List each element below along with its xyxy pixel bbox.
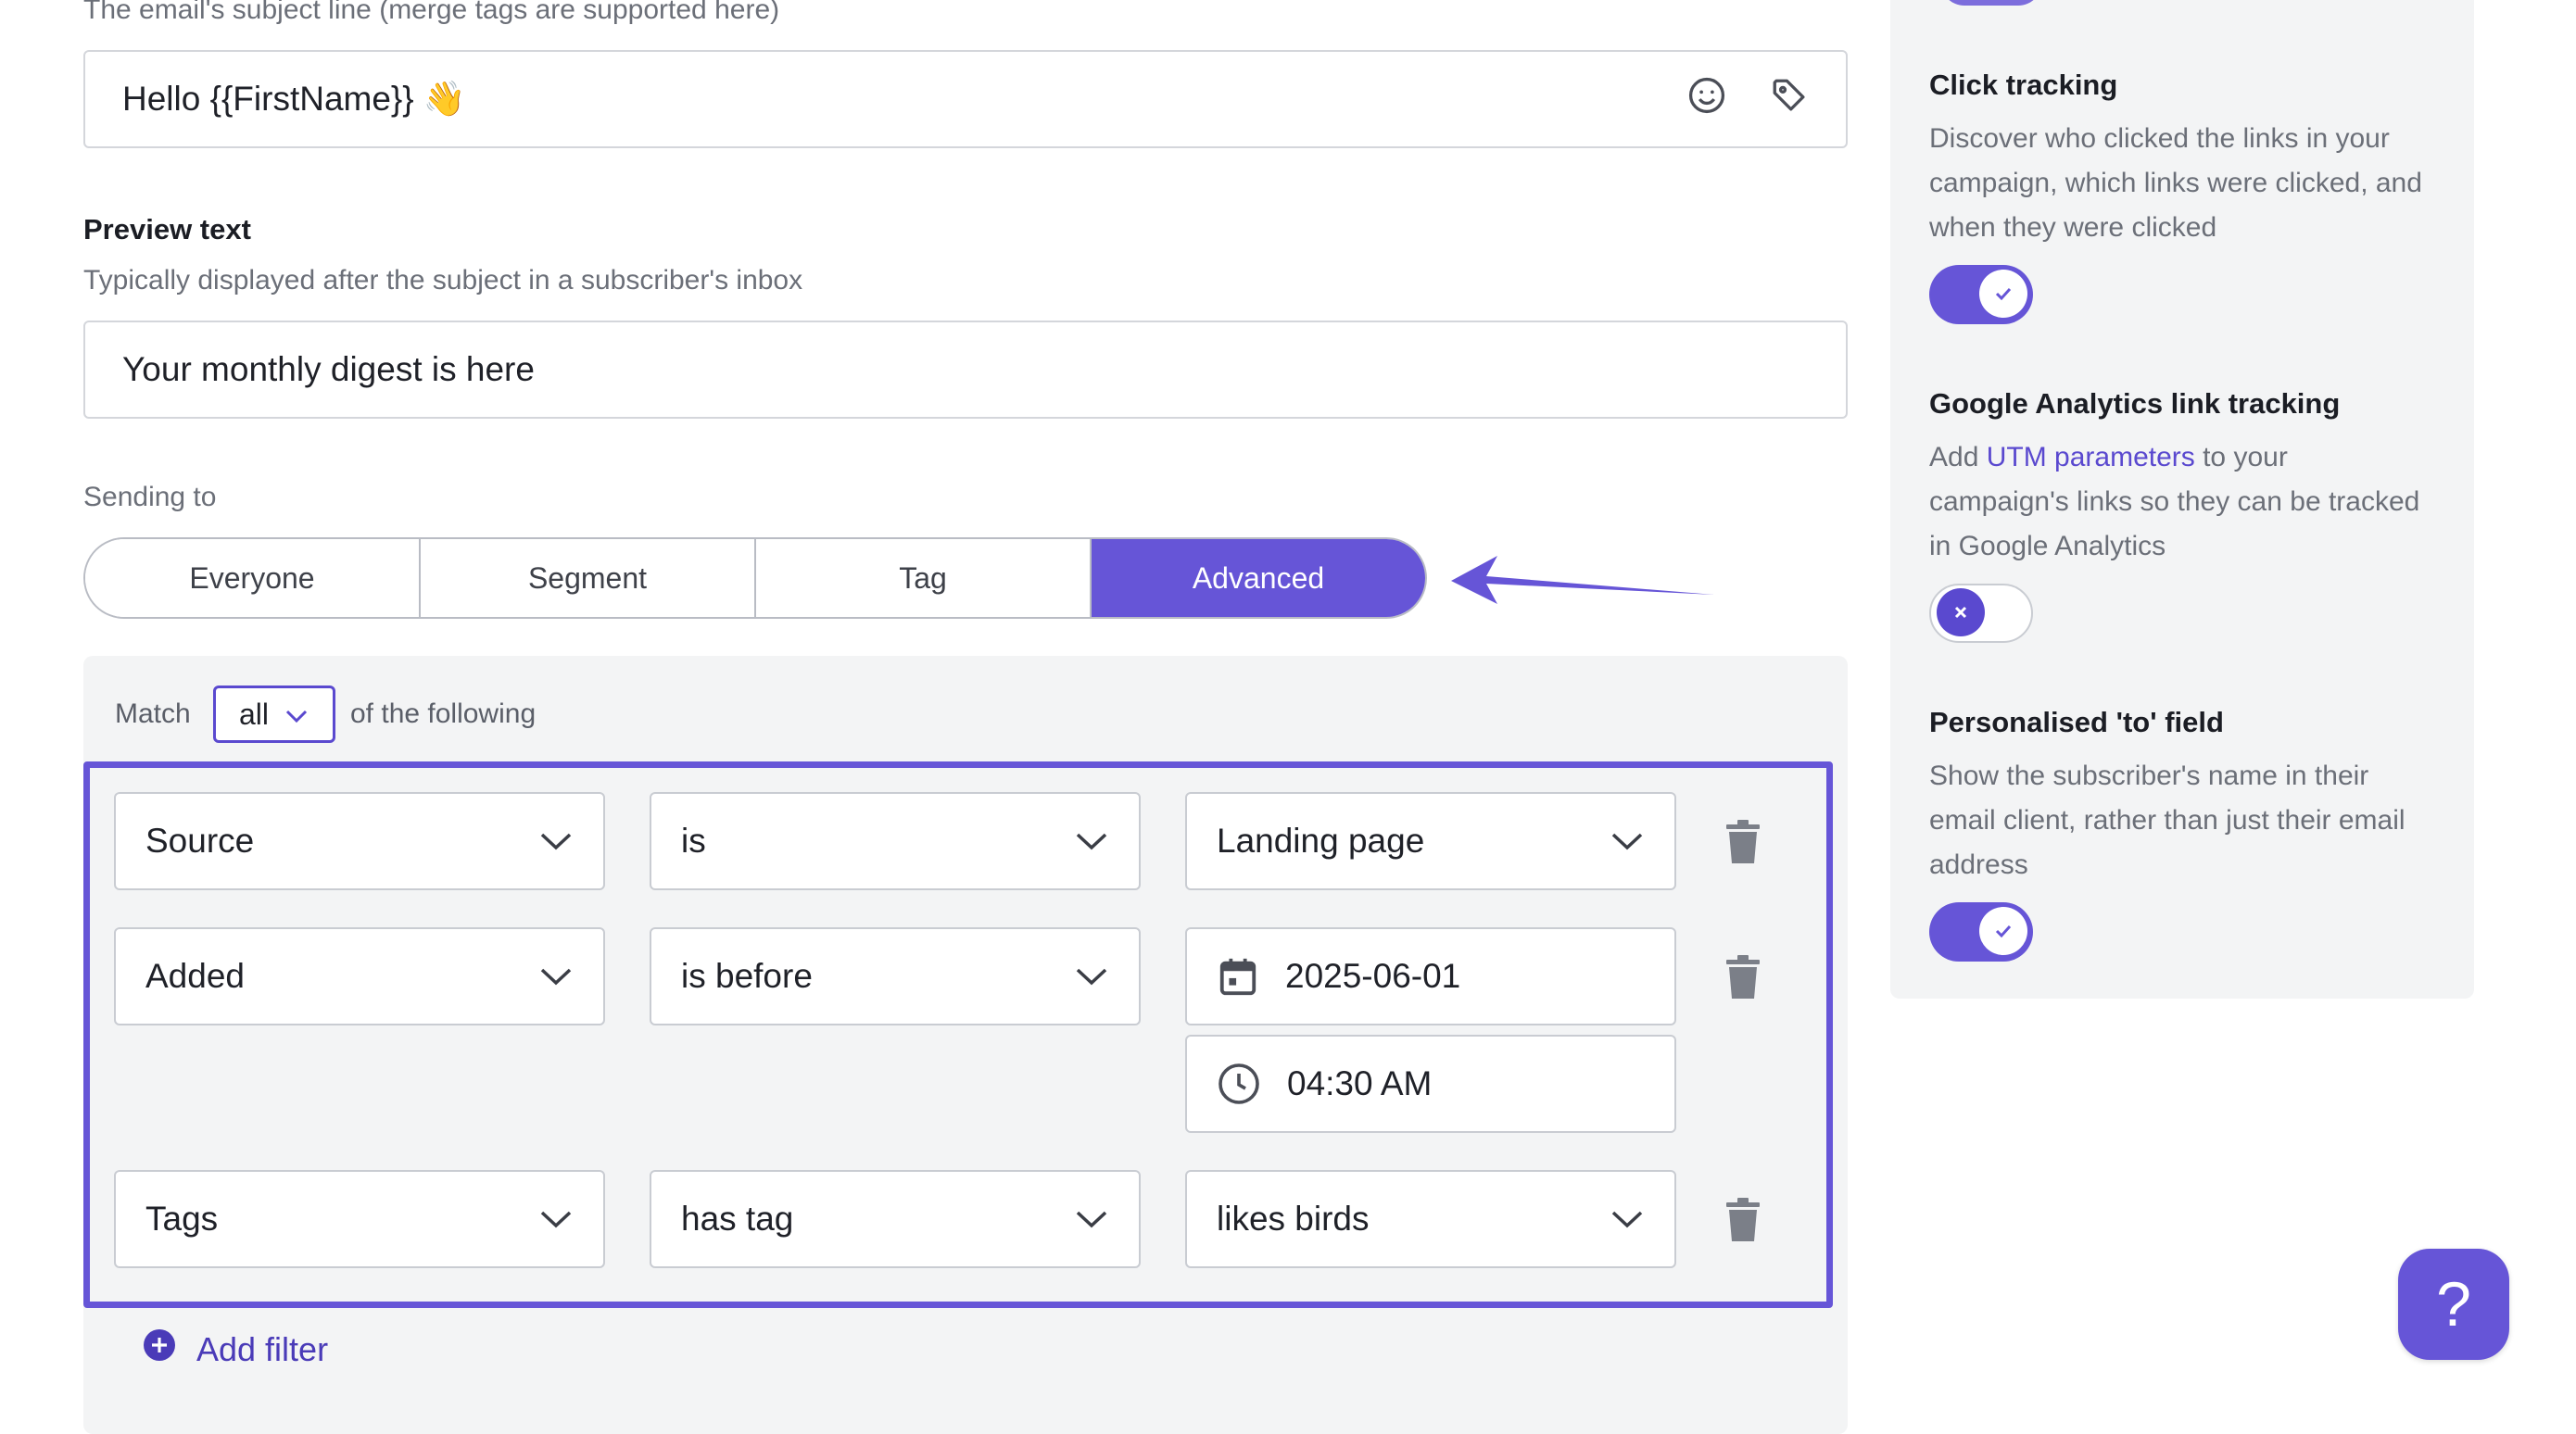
- match-value: all: [238, 697, 269, 731]
- click-tracking-title: Click tracking: [1929, 69, 2118, 101]
- rule-2-field-select[interactable]: Added: [114, 927, 605, 1025]
- chevron-down-icon: [1074, 966, 1109, 987]
- preview-hint: Typically displayed after the subject in…: [83, 265, 803, 296]
- tag-icon[interactable]: [1770, 76, 1809, 123]
- chevron-down-icon: [1610, 1209, 1645, 1229]
- personalised-to-description: Show the subscriber's name in their emai…: [1929, 761, 2406, 880]
- chevron-down-icon: [538, 831, 574, 851]
- match-suffix: of the following: [350, 698, 537, 729]
- sending-segmented-control: Everyone Segment Tag Advanced: [83, 537, 1427, 619]
- sending-label: Sending to: [83, 482, 217, 512]
- close-icon: [1937, 588, 1985, 636]
- merge-tags-link[interactable]: here: [714, 0, 771, 25]
- click-tracking-toggle[interactable]: [1929, 265, 2033, 324]
- rule-2-operator-select[interactable]: is before: [650, 927, 1141, 1025]
- chevron-down-icon: [538, 966, 574, 987]
- add-filter-label: Add filter: [196, 1329, 329, 1368]
- chevron-down-icon: [1074, 831, 1109, 851]
- match-select[interactable]: all: [213, 686, 335, 743]
- smiley-icon[interactable]: [1686, 75, 1727, 124]
- preview-value: Your monthly digest is here: [122, 350, 535, 388]
- chevron-down-icon: [284, 698, 309, 732]
- click-tracking-description: Discover who clicked the links in your c…: [1929, 123, 2422, 243]
- sending-option-segment[interactable]: Segment: [421, 539, 756, 617]
- rule-3-operator-select[interactable]: has tag: [650, 1170, 1141, 1268]
- check-icon: [1979, 907, 2027, 955]
- match-prefix: Match: [115, 698, 191, 729]
- clock-icon: [1217, 1062, 1261, 1106]
- filters-panel: Match all of the following Source is Lan…: [83, 656, 1848, 1434]
- arrow-annotation-icon: [1442, 550, 1720, 610]
- calendar-icon: [1217, 955, 1259, 998]
- ga-tracking-toggle[interactable]: [1929, 584, 2033, 643]
- preview-input[interactable]: Your monthly digest is here: [83, 321, 1848, 419]
- ga-tracking-description: Add UTM parameters to your campaign's li…: [1929, 442, 2420, 561]
- subject-input[interactable]: Hello {{FirstName}} 👋: [83, 50, 1848, 148]
- sending-option-everyone[interactable]: Everyone: [85, 539, 421, 617]
- utm-parameters-link[interactable]: UTM parameters: [1987, 442, 2195, 472]
- personalised-to-toggle[interactable]: [1929, 902, 2033, 962]
- help-button[interactable]: ?: [2398, 1249, 2509, 1360]
- rule-3-field-select[interactable]: Tags: [114, 1170, 605, 1268]
- rule-1-delete-icon[interactable]: [1721, 816, 1765, 868]
- add-filter-button[interactable]: Add filter: [143, 1328, 328, 1370]
- plus-circle-icon: [143, 1328, 176, 1370]
- ga-tracking-title: Google Analytics link tracking: [1929, 387, 2341, 420]
- chevron-down-icon: [1074, 1209, 1109, 1229]
- personalised-to-title: Personalised 'to' field: [1929, 706, 2224, 738]
- sending-option-tag[interactable]: Tag: [756, 539, 1092, 617]
- subject-value: Hello {{FirstName}} 👋: [122, 79, 466, 118]
- filter-rules-box: Source is Landing page Added is before 2…: [83, 761, 1833, 1308]
- rule-2-date-input[interactable]: 2025-06-01: [1185, 927, 1676, 1025]
- rule-1-value-select[interactable]: Landing page: [1185, 792, 1676, 890]
- sending-option-advanced[interactable]: Advanced: [1092, 539, 1425, 617]
- rule-3-delete-icon[interactable]: [1721, 1194, 1765, 1246]
- chevron-down-icon: [538, 1209, 574, 1229]
- preview-label: Preview text: [83, 213, 251, 245]
- check-icon: [1979, 270, 2027, 318]
- rule-2-delete-icon[interactable]: [1721, 951, 1765, 1003]
- rule-1-field-select[interactable]: Source: [114, 792, 605, 890]
- subject-hint: The email's subject line (merge tags are…: [83, 0, 779, 26]
- rule-2-time-input[interactable]: 04:30 AM: [1185, 1035, 1676, 1133]
- settings-sidebar: Click tracking Discover who clicked the …: [1890, 0, 2474, 999]
- chevron-down-icon: [1610, 831, 1645, 851]
- rule-3-value-select[interactable]: likes birds: [1185, 1170, 1676, 1268]
- rule-1-operator-select[interactable]: is: [650, 792, 1141, 890]
- sidebar-top-toggle-remnant: [1940, 0, 2042, 6]
